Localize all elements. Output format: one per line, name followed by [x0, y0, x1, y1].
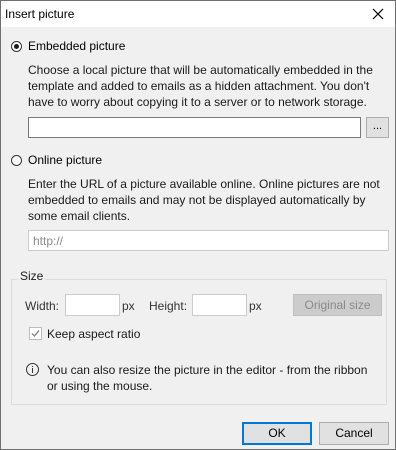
- embedded-description: Choose a local picture that will be auto…: [28, 62, 373, 110]
- insert-picture-dialog: Insert picture Embedded picture Choose a…: [0, 0, 396, 450]
- resize-info-line: or using the mouse.: [47, 379, 153, 393]
- online-description-line: some email clients.: [28, 209, 131, 223]
- online-picture-radio[interactable]: [11, 155, 22, 166]
- checkmark-icon: [31, 330, 40, 338]
- embedded-picture-radio[interactable]: [11, 41, 22, 52]
- size-group-label: Size: [18, 269, 46, 283]
- embedded-description-line: Choose a local picture that will be auto…: [28, 63, 373, 77]
- embedded-description-line: template and added to emails as a hidden…: [28, 79, 370, 93]
- title-bar: Insert picture: [1, 1, 395, 27]
- picture-url-input[interactable]: [28, 230, 389, 251]
- resize-info-text: You can also resize the picture in the e…: [47, 362, 367, 394]
- online-picture-label[interactable]: Online picture: [28, 153, 102, 167]
- close-icon: [372, 8, 384, 20]
- width-input[interactable]: [65, 294, 120, 316]
- height-unit: px: [249, 299, 262, 313]
- info-icon: [26, 363, 39, 376]
- keep-aspect-ratio-checkbox[interactable]: [29, 327, 42, 340]
- height-label: Height:: [149, 299, 188, 313]
- close-button[interactable]: [361, 1, 395, 27]
- online-description-line: embedded to emails and may not be displa…: [28, 193, 366, 207]
- ok-button[interactable]: OK: [242, 422, 312, 445]
- original-size-button[interactable]: Original size: [293, 294, 382, 316]
- online-description-line: Enter the URL of a picture available onl…: [28, 177, 380, 191]
- embedded-picture-label[interactable]: Embedded picture: [28, 39, 125, 53]
- cancel-button[interactable]: Cancel: [319, 422, 389, 445]
- height-input[interactable]: [192, 294, 247, 316]
- resize-info-line: You can also resize the picture in the e…: [47, 363, 368, 377]
- dialog-title: Insert picture: [5, 7, 75, 21]
- width-unit: px: [122, 299, 135, 313]
- embedded-description-line: have to worry about copying it to a serv…: [28, 95, 367, 109]
- online-description: Enter the URL of a picture available onl…: [28, 176, 380, 224]
- browse-button[interactable]: ...: [366, 117, 389, 138]
- keep-aspect-ratio-label[interactable]: Keep aspect ratio: [47, 327, 140, 341]
- width-label: Width:: [25, 299, 60, 313]
- local-picture-path-input[interactable]: [28, 117, 361, 138]
